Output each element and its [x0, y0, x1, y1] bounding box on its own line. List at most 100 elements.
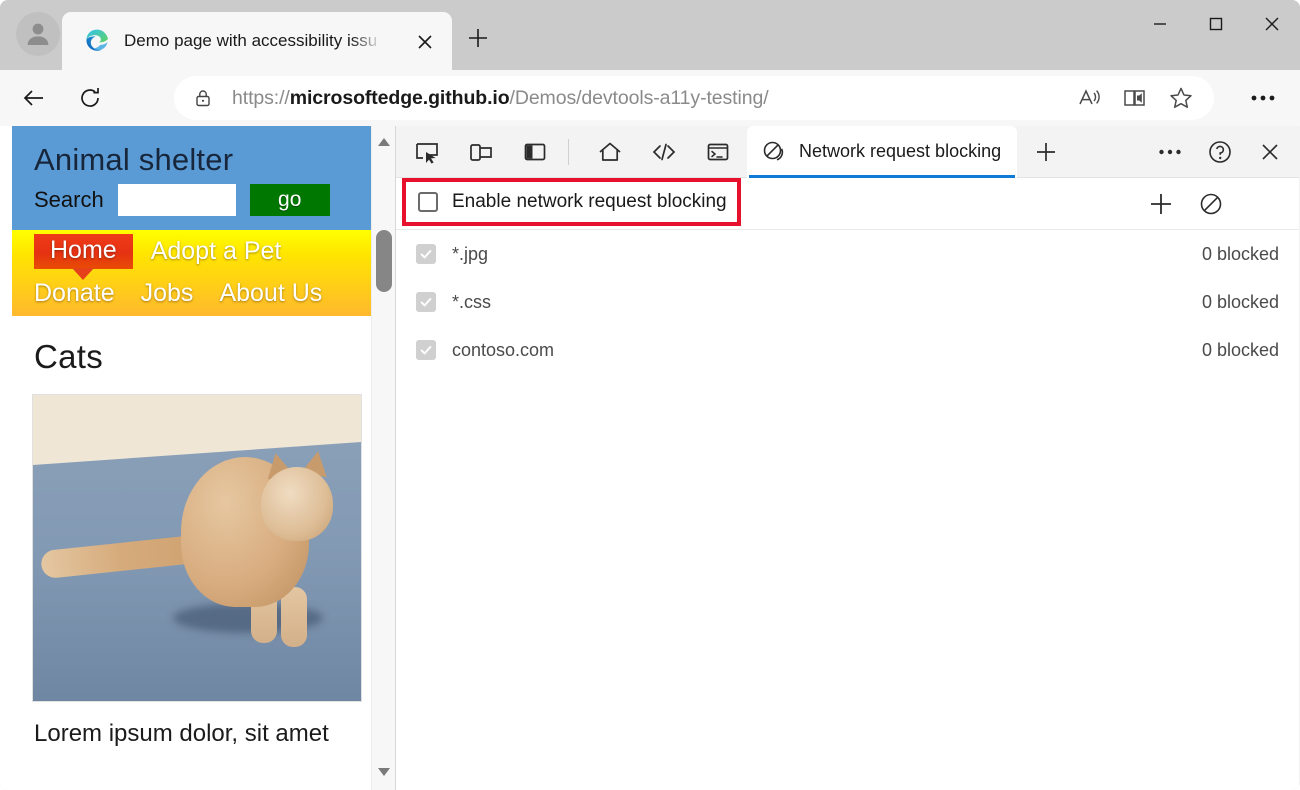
code-brackets-icon	[650, 138, 678, 166]
remove-all-patterns-button[interactable]	[1191, 184, 1231, 224]
pattern-text: *.jpg	[452, 244, 488, 265]
table-row[interactable]: *.css 0 blocked	[396, 278, 1299, 326]
browser-settings-button[interactable]	[1240, 80, 1286, 116]
plus-icon	[1148, 191, 1174, 217]
tab-label: Network request blocking	[799, 141, 1001, 162]
nav-row-1: Home Adopt a Pet	[12, 234, 380, 269]
table-row[interactable]: contoso.com 0 blocked	[396, 326, 1299, 374]
toolbar-divider	[568, 139, 569, 165]
devtools-more-options-button[interactable]	[1147, 132, 1193, 172]
immersive-reader-icon	[1121, 85, 1149, 111]
inspect-element-button[interactable]	[404, 132, 450, 172]
devtools-add-tab-button[interactable]	[1025, 132, 1067, 172]
devtools-right-actions	[1143, 132, 1293, 172]
pattern-count: 0 blocked	[1202, 244, 1279, 265]
tab-title: Demo page with accessibility issu	[124, 31, 382, 51]
dock-side-icon	[521, 138, 549, 166]
browser-tab[interactable]: Demo page with accessibility issu	[62, 12, 452, 70]
pattern-checkbox[interactable]	[416, 244, 436, 264]
devtools-pane: Network request blocking	[396, 126, 1299, 790]
web-page-pane: Animal shelter Search go Home Adopt a Pe…	[0, 126, 396, 790]
caret-up-icon	[377, 137, 391, 147]
console-button[interactable]	[695, 132, 741, 172]
scrollbar-thumb[interactable]	[376, 230, 392, 292]
refresh-icon	[77, 85, 103, 111]
dock-side-button[interactable]	[512, 132, 558, 172]
url-bar[interactable]: https://microsoftedge.github.io/Demos/de…	[174, 76, 1214, 120]
welcome-home-button[interactable]	[587, 132, 633, 172]
blocking-action-bar: Enable network request blocking	[396, 178, 1299, 230]
device-emulation-button[interactable]	[458, 132, 504, 172]
immersive-reader-button[interactable]	[1112, 80, 1158, 116]
check-icon	[419, 295, 433, 309]
device-emulation-icon	[467, 138, 495, 166]
scroll-down-button[interactable]	[372, 760, 396, 784]
arrow-left-icon	[21, 85, 47, 111]
help-icon	[1206, 138, 1234, 166]
minimize-button[interactable]	[1132, 0, 1188, 48]
caret-down-icon	[377, 767, 391, 777]
inspect-element-icon	[413, 138, 441, 166]
circle-slash-icon	[1198, 191, 1224, 217]
back-button[interactable]	[12, 78, 56, 118]
title-bar: Demo page with accessibility issu	[0, 0, 1300, 70]
lock-icon[interactable]	[192, 87, 214, 109]
pattern-checkbox[interactable]	[416, 292, 436, 312]
url-text: https://microsoftedge.github.io/Demos/de…	[232, 87, 769, 110]
pattern-count: 0 blocked	[1202, 340, 1279, 361]
enable-blocking-checkbox[interactable]	[418, 192, 438, 212]
cat-photo	[32, 394, 362, 702]
url-domain: microsoftedge.github.io	[290, 87, 510, 109]
browser-window: Demo page with accessibility issu	[0, 0, 1300, 790]
pattern-checkbox[interactable]	[416, 340, 436, 360]
scroll-up-button[interactable]	[372, 130, 396, 154]
favorite-button[interactable]	[1158, 80, 1204, 116]
new-tab-button[interactable]	[462, 22, 494, 54]
enable-blocking-label[interactable]: Enable network request blocking	[452, 191, 727, 213]
page-scrollbar[interactable]	[371, 126, 395, 790]
elements-button[interactable]	[641, 132, 687, 172]
check-icon	[419, 343, 433, 357]
devtools-help-button[interactable]	[1197, 132, 1243, 172]
url-path: /Demos/devtools-a11y-testing/	[510, 87, 769, 109]
address-bar: https://microsoftedge.github.io/Demos/de…	[0, 70, 1300, 126]
window-close-button[interactable]	[1244, 0, 1300, 48]
window-controls	[1132, 0, 1300, 48]
star-icon	[1168, 85, 1194, 111]
plus-icon	[466, 26, 490, 50]
tab-network-request-blocking[interactable]: Network request blocking	[747, 126, 1017, 178]
close-icon	[1262, 14, 1282, 34]
section-title: Cats	[12, 316, 380, 394]
site-nav: Home Adopt a Pet Donate Jobs About Us	[12, 230, 380, 316]
devtools-toolbar: Network request blocking	[396, 126, 1299, 178]
pattern-text: contoso.com	[452, 340, 554, 361]
photo-caption: Lorem ipsum dolor, sit amet	[12, 702, 380, 748]
devtools-close-button[interactable]	[1247, 132, 1293, 172]
nav-link-adopt-a-pet[interactable]: Adopt a Pet	[151, 237, 282, 266]
reload-button[interactable]	[68, 78, 112, 118]
search-go-button[interactable]: go	[250, 184, 330, 216]
nav-link-home[interactable]: Home	[34, 234, 133, 269]
check-icon	[419, 247, 433, 261]
site-title: Animal shelter	[34, 142, 380, 178]
nav-link-jobs[interactable]: Jobs	[141, 279, 194, 308]
maximize-button[interactable]	[1188, 0, 1244, 48]
maximize-icon	[1207, 15, 1225, 33]
blocking-circle-slash-icon	[761, 139, 787, 165]
add-pattern-button[interactable]	[1141, 184, 1181, 224]
plus-icon	[1034, 140, 1058, 164]
profile-avatar[interactable]	[16, 12, 60, 56]
nav-link-donate[interactable]: Donate	[34, 279, 115, 308]
content-area: Animal shelter Search go Home Adopt a Pe…	[0, 126, 1300, 790]
more-options-icon	[1158, 148, 1182, 156]
settings-ellipsis-icon	[1250, 94, 1276, 102]
table-row[interactable]: *.jpg 0 blocked	[396, 230, 1299, 278]
search-input[interactable]	[118, 184, 236, 216]
tab-close-button[interactable]	[412, 29, 438, 55]
edge-logo-icon	[84, 28, 110, 54]
site-header: Animal shelter Search go	[12, 126, 380, 230]
read-aloud-icon	[1076, 85, 1102, 111]
console-icon	[704, 138, 732, 166]
read-aloud-button[interactable]	[1066, 80, 1112, 116]
nav-link-about-us[interactable]: About Us	[219, 279, 322, 308]
